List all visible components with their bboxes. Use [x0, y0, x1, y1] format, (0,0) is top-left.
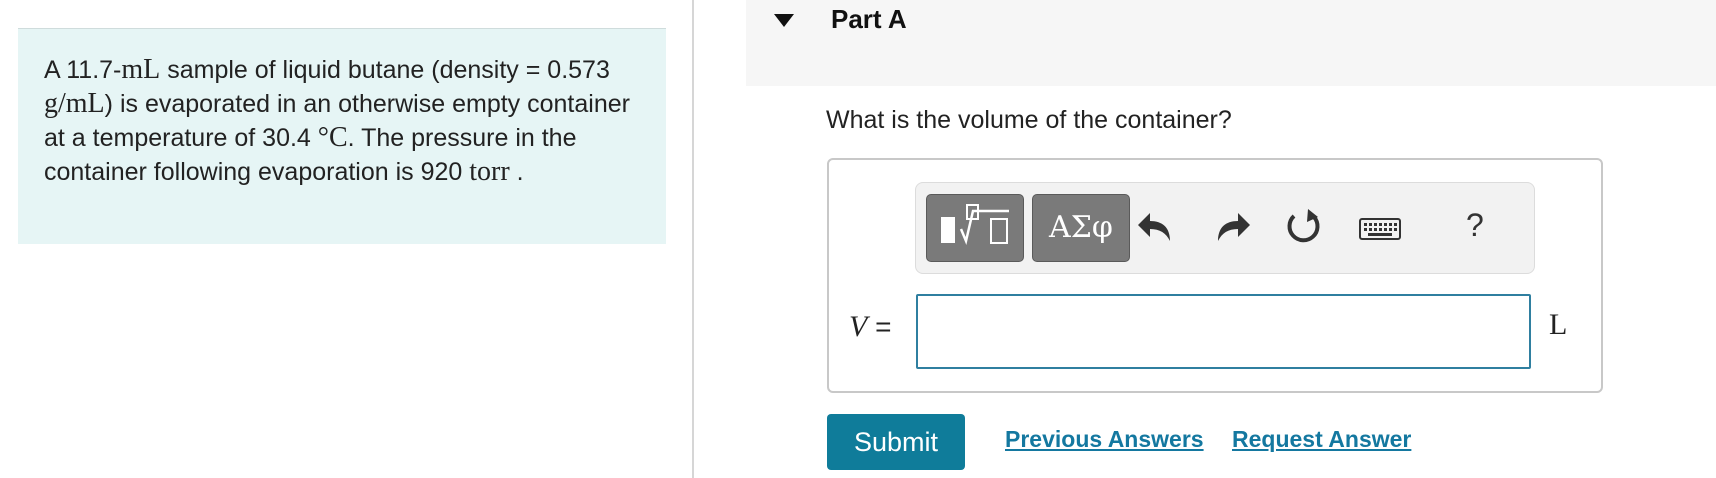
- equals-sign: =: [875, 311, 892, 342]
- request-answer-link[interactable]: Request Answer: [1232, 426, 1411, 453]
- panel-divider: [692, 0, 694, 478]
- symbols-button[interactable]: ΑΣφ: [1032, 194, 1130, 262]
- help-icon[interactable]: ?: [1466, 207, 1484, 244]
- question-text: What is the volume of the container?: [826, 106, 1232, 134]
- templates-icon: [941, 204, 1009, 246]
- unit-torr: torr: [469, 156, 510, 187]
- redo-icon[interactable]: [1206, 203, 1256, 253]
- previous-answers-link[interactable]: Previous Answers: [1005, 426, 1204, 453]
- keyboard-icon[interactable]: [1356, 203, 1406, 253]
- problem-panel: A 11.7-mL sample of liquid butane (densi…: [0, 0, 692, 478]
- answer-unit: L: [1549, 308, 1568, 341]
- answer-area: ΑΣφ ? V = L: [827, 158, 1603, 393]
- problem-text-2: sample of liquid butane (density = 0.573: [160, 56, 610, 84]
- submit-button[interactable]: Submit: [827, 414, 965, 470]
- part-title: Part A: [831, 4, 907, 34]
- unit-g-per-ml: g/mL: [44, 88, 105, 119]
- problem-statement: A 11.7-mL sample of liquid butane (densi…: [18, 28, 666, 244]
- collapse-caret-icon[interactable]: [774, 14, 794, 27]
- unit-ml: mL: [121, 54, 161, 85]
- part-header[interactable]: Part A: [746, 0, 1716, 86]
- answer-input[interactable]: [916, 294, 1531, 369]
- templates-button[interactable]: [926, 194, 1024, 262]
- problem-text-5: .: [509, 158, 524, 186]
- unit-celsius: °C: [317, 122, 348, 153]
- math-toolbar: ΑΣφ ?: [915, 182, 1535, 274]
- variable-label: V =: [849, 310, 891, 344]
- variable-symbol: V: [849, 310, 868, 343]
- problem-text-1: A 11.7-: [44, 56, 122, 84]
- reset-icon[interactable]: [1278, 203, 1328, 253]
- undo-icon[interactable]: [1132, 203, 1182, 253]
